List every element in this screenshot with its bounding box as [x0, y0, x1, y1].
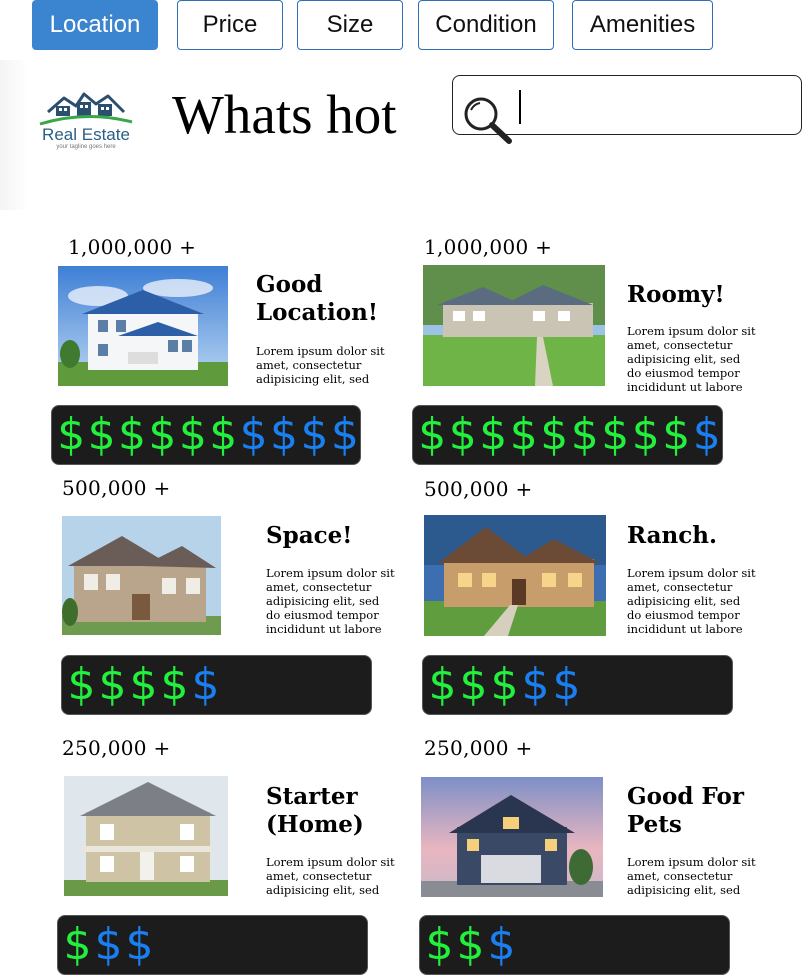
listing-photo[interactable] [64, 776, 228, 896]
listing-description: Lorem ipsum dolor sit amet, consectetur … [627, 566, 756, 638]
tab-condition[interactable]: Condition [418, 0, 554, 50]
price-rating-bar[interactable]: $ $ $ [57, 915, 368, 975]
listing-photo[interactable] [62, 516, 221, 635]
listing-title: Ranch. [627, 522, 718, 549]
dollar-icon[interactable]: $ [551, 656, 582, 714]
dollar-icon[interactable]: $ [299, 406, 329, 464]
dollar-icon[interactable]: $ [178, 406, 208, 464]
listing-photo[interactable] [58, 266, 228, 386]
dollar-icon[interactable]: $ [56, 406, 86, 464]
listing-title: Roomy! [627, 281, 725, 308]
dollar-icon[interactable]: $ [417, 406, 448, 464]
dollar-icon[interactable]: $ [208, 406, 238, 464]
listing-photo[interactable] [423, 265, 605, 386]
listing-photo[interactable] [421, 777, 603, 897]
dollar-icon[interactable]: $ [66, 656, 97, 714]
tab-location[interactable]: Location [32, 0, 158, 50]
dollar-icon[interactable]: $ [330, 406, 360, 464]
search-input[interactable] [525, 86, 789, 128]
dollar-icon[interactable]: $ [489, 656, 520, 714]
listing-photo[interactable] [424, 515, 606, 636]
listing-title: Space! [266, 522, 353, 549]
listing-price: 500,000 + [424, 477, 533, 501]
listing-description: Lorem ipsum dolor sit amet, consectetur … [266, 855, 395, 899]
dollar-icon[interactable]: $ [509, 406, 540, 464]
logo-tagline: your tagline goes here [56, 144, 116, 150]
dollar-icon[interactable]: $ [539, 406, 570, 464]
price-rating-bar[interactable]: $ $ $ $ $ $ $ $ $ $ [412, 405, 723, 465]
dollar-icon[interactable]: $ [448, 406, 479, 464]
dollar-icon[interactable]: $ [117, 406, 147, 464]
dollar-icon[interactable]: $ [424, 916, 455, 974]
dollar-icon[interactable]: $ [520, 656, 551, 714]
dollar-icon[interactable]: $ [455, 916, 486, 974]
listing-description: Lorem ipsum dolor sit amet, consectetur … [256, 344, 385, 388]
listing-description: Lorem ipsum dolor sit amet, consectetur … [627, 324, 756, 396]
dollar-icon[interactable]: $ [86, 406, 116, 464]
dollar-icon[interactable]: $ [458, 656, 489, 714]
dollar-icon[interactable]: $ [600, 406, 631, 464]
dollar-icon[interactable]: $ [238, 406, 268, 464]
listing-price: 1,000,000 + [68, 235, 197, 259]
price-rating-bar[interactable]: $ $ $ $ $ [422, 655, 733, 715]
tab-size[interactable]: Size [297, 0, 403, 50]
listing-description: Lorem ipsum dolor sit amet, consectetur … [627, 855, 756, 899]
dollar-icon[interactable]: $ [631, 406, 662, 464]
dollar-icon[interactable]: $ [661, 406, 692, 464]
listing-title: Starter (Home) [266, 783, 364, 838]
listing-title: Good For Pets [627, 783, 744, 838]
brand-logo[interactable]: Real Estate your tagline goes here [34, 86, 138, 156]
dollar-icon[interactable]: $ [478, 406, 509, 464]
dollar-icon[interactable]: $ [269, 406, 299, 464]
dollar-icon[interactable]: $ [159, 656, 190, 714]
houses-logo-icon [39, 92, 133, 126]
text-caret [519, 90, 521, 124]
dollar-icon[interactable]: $ [124, 916, 155, 974]
dollar-icon[interactable]: $ [97, 656, 128, 714]
dollar-icon[interactable]: $ [486, 916, 517, 974]
dollar-icon[interactable]: $ [128, 656, 159, 714]
logo-name: Real Estate [42, 125, 130, 144]
listing-price: 1,000,000 + [424, 235, 553, 259]
dollar-icon[interactable]: $ [93, 916, 124, 974]
price-rating-bar[interactable]: $ $ $ $ $ $ $ $ $ $ [51, 405, 361, 465]
search-icon[interactable] [461, 96, 515, 146]
search-box[interactable] [452, 75, 802, 144]
dollar-icon[interactable]: $ [190, 656, 221, 714]
dollar-icon[interactable]: $ [147, 406, 177, 464]
dollar-icon[interactable]: $ [427, 656, 458, 714]
tab-price[interactable]: Price [177, 0, 283, 50]
page-title: Whats hot [172, 84, 397, 145]
listing-price: 250,000 + [424, 736, 533, 760]
listing-price: 500,000 + [62, 476, 171, 500]
dollar-icon[interactable]: $ [692, 406, 723, 464]
listing-title: Good Location! [256, 271, 378, 326]
price-rating-bar[interactable]: $ $ $ $ $ [61, 655, 372, 715]
listing-price: 250,000 + [62, 736, 171, 760]
dollar-icon[interactable]: $ [62, 916, 93, 974]
price-rating-bar[interactable]: $ $ $ [419, 915, 730, 975]
page-edge-shadow [0, 60, 28, 210]
listing-description: Lorem ipsum dolor sit amet, consectetur … [266, 566, 395, 638]
dollar-icon[interactable]: $ [570, 406, 601, 464]
tab-amenities[interactable]: Amenities [572, 0, 713, 50]
